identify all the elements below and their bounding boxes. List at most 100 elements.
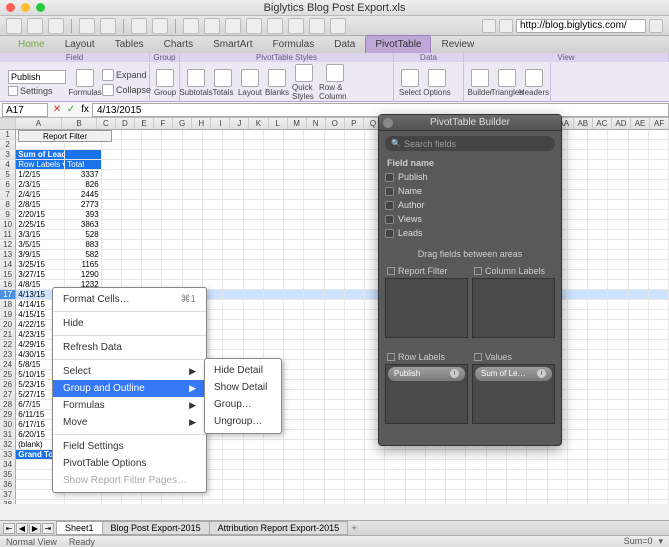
ptbuilder-field[interactable]: Publish: [385, 170, 555, 184]
checkbox-icon[interactable]: [385, 173, 394, 182]
sheet-tab-sheet1[interactable]: Sheet1: [56, 521, 103, 535]
ptbuilder-field[interactable]: Leads: [385, 226, 555, 240]
ptbuilder-field[interactable]: Name: [385, 184, 555, 198]
sum-icon[interactable]: [225, 18, 241, 34]
zoom-icon[interactable]: [183, 18, 199, 34]
builder-button[interactable]: Builder: [468, 69, 492, 97]
col-header[interactable]: F: [154, 118, 173, 129]
totals-button[interactable]: Totals: [211, 69, 235, 97]
ctx-select[interactable]: Select▶: [53, 363, 206, 380]
new-icon[interactable]: [6, 18, 22, 34]
ctx-pt-options[interactable]: PivotTable Options: [53, 455, 206, 472]
sheet-nav-first[interactable]: ⇤: [3, 523, 15, 534]
formulas-button[interactable]: Formulas: [73, 69, 97, 97]
info-icon[interactable]: i: [537, 369, 546, 378]
sheet-nav-prev[interactable]: ◀: [16, 523, 28, 534]
filter-icon[interactable]: [288, 18, 304, 34]
status-view[interactable]: Normal View: [6, 537, 57, 547]
print-icon[interactable]: [79, 18, 95, 34]
ctx-formulas[interactable]: Formulas▶: [53, 397, 206, 414]
grid-row[interactable]: 3Sum of Leads: [0, 150, 669, 160]
sheet-nav-next[interactable]: ▶: [29, 523, 41, 534]
ptbuilder-field[interactable]: Views: [385, 212, 555, 226]
tab-layout[interactable]: Layout: [55, 35, 105, 53]
help-icon[interactable]: [309, 18, 325, 34]
active-field-dropdown[interactable]: Publish: [8, 70, 66, 84]
grid-row[interactable]: 143/25/151165: [0, 260, 669, 270]
checkbox-icon[interactable]: [385, 187, 394, 196]
col-header[interactable]: M: [288, 118, 307, 129]
home-icon[interactable]: [499, 19, 513, 33]
tab-smartart[interactable]: SmartArt: [203, 35, 262, 53]
col-header[interactable]: A: [16, 118, 63, 129]
grid-row[interactable]: 133/9/15582: [0, 250, 669, 260]
col-header[interactable]: AE: [631, 118, 650, 129]
sheet-tab-blog-export[interactable]: Blog Post Export-2015: [102, 521, 210, 535]
go-icon[interactable]: [649, 19, 663, 33]
tab-pivottable[interactable]: PivotTable: [365, 35, 431, 53]
tab-home[interactable]: Home: [8, 35, 55, 53]
sort-asc-icon[interactable]: [246, 18, 262, 34]
col-header[interactable]: B: [62, 118, 97, 129]
area-column-labels[interactable]: [472, 278, 555, 338]
sub-group[interactable]: Group…: [205, 396, 281, 413]
checkbox-icon[interactable]: [385, 215, 394, 224]
col-header[interactable]: AB: [574, 118, 593, 129]
ptbuilder-search[interactable]: Search fields: [385, 136, 555, 151]
row-column-button[interactable]: Row & Column: [319, 64, 351, 101]
ctx-hide[interactable]: Hide: [53, 315, 206, 332]
grid-row[interactable]: 72/4/152445: [0, 190, 669, 200]
col-header[interactable]: P: [345, 118, 364, 129]
col-header[interactable]: N: [307, 118, 326, 129]
col-header[interactable]: H: [192, 118, 211, 129]
ctx-format-cells[interactable]: Format Cells…⌘1: [53, 291, 206, 308]
col-header[interactable]: K: [249, 118, 268, 129]
name-box[interactable]: A17: [2, 103, 48, 117]
sheet-nav-last[interactable]: ⇥: [42, 523, 54, 534]
grid-row[interactable]: 92/20/15393: [0, 210, 669, 220]
cancel-icon[interactable]: ✕: [50, 104, 64, 115]
enter-icon[interactable]: ✓: [64, 104, 78, 115]
area-report-filter[interactable]: [385, 278, 468, 338]
fx-icon[interactable]: fx: [78, 104, 92, 115]
refresh-icon[interactable]: [482, 19, 496, 33]
url-input[interactable]: [516, 19, 646, 33]
ctx-field-settings[interactable]: Field Settings: [53, 438, 206, 455]
toolbox-icon[interactable]: [330, 18, 346, 34]
ctx-refresh[interactable]: Refresh Data: [53, 339, 206, 356]
pivottable-builder-panel[interactable]: PivotTable Builder Search fields Field n…: [378, 114, 562, 446]
ptbuilder-field[interactable]: Author: [385, 198, 555, 212]
col-header[interactable]: [0, 118, 16, 129]
redo-icon[interactable]: [152, 18, 168, 34]
group-button[interactable]: Group: [154, 69, 176, 97]
headers-button[interactable]: Headers: [522, 69, 546, 97]
tab-tables[interactable]: Tables: [105, 35, 154, 53]
quick-styles-button[interactable]: Quick Styles: [292, 64, 316, 101]
checkbox-icon[interactable]: [385, 229, 394, 238]
sub-ungroup[interactable]: Ungroup…: [205, 413, 281, 430]
info-icon[interactable]: i: [450, 369, 459, 378]
ctx-group-outline[interactable]: Group and Outline▶: [53, 380, 206, 397]
grid-row[interactable]: 4Row Labels ▾Total: [0, 160, 669, 170]
select-button[interactable]: Select: [398, 69, 422, 97]
status-dropdown-icon[interactable]: ▾: [658, 536, 663, 547]
col-header[interactable]: L: [269, 118, 288, 129]
col-header[interactable]: E: [135, 118, 154, 129]
tab-review[interactable]: Review: [431, 35, 484, 53]
field-settings-button[interactable]: Settings: [8, 86, 66, 96]
col-header[interactable]: G: [173, 118, 192, 129]
save-icon[interactable]: [48, 18, 64, 34]
grid-row[interactable]: 153/27/151290: [0, 270, 669, 280]
sort-desc-icon[interactable]: [267, 18, 283, 34]
cut-icon[interactable]: [100, 18, 116, 34]
grid-row[interactable]: 51/2/153337: [0, 170, 669, 180]
add-sheet-button[interactable]: +: [348, 523, 360, 533]
grid-row[interactable]: 102/25/153863: [0, 220, 669, 230]
sheet-tab-attribution[interactable]: Attribution Report Export-2015: [209, 521, 349, 535]
tab-charts[interactable]: Charts: [154, 35, 203, 53]
value-tag-sum[interactable]: Sum of Le…i: [475, 367, 552, 381]
col-header[interactable]: O: [326, 118, 345, 129]
expand-button[interactable]: Expand: [100, 68, 153, 82]
open-icon[interactable]: [27, 18, 43, 34]
paint-icon[interactable]: [204, 18, 220, 34]
